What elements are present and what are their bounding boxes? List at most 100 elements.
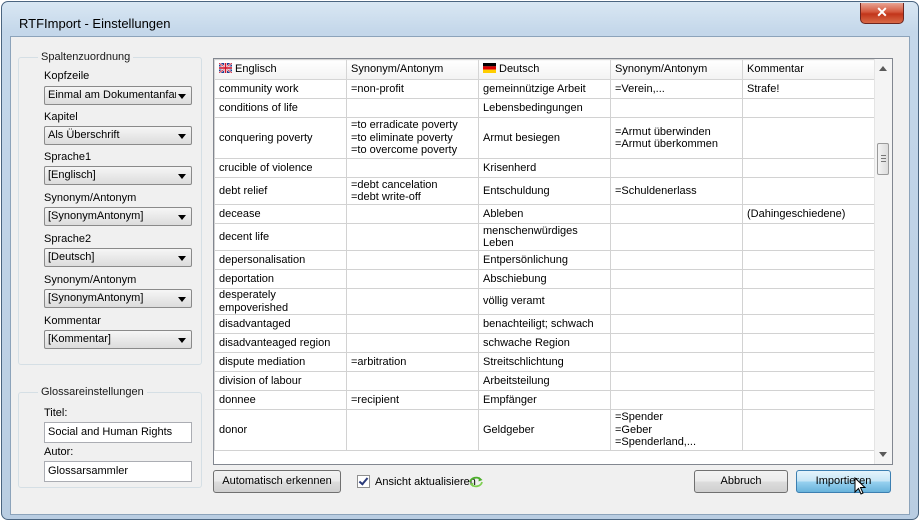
scroll-down-icon[interactable] xyxy=(879,452,887,457)
table-cell[interactable]: community work xyxy=(214,79,347,99)
table-cell[interactable] xyxy=(610,288,743,315)
table-cell[interactable]: disadvantaged xyxy=(214,314,347,334)
table-cell[interactable]: =Schuldenerlass xyxy=(610,177,743,205)
table-cell[interactable] xyxy=(742,314,875,334)
table-cell[interactable]: deportation xyxy=(214,269,347,289)
table-cell[interactable]: benachteiligt; schwach xyxy=(478,314,611,334)
table-cell[interactable] xyxy=(742,333,875,353)
table-cell[interactable]: =recipient xyxy=(346,390,479,410)
glossary-grid[interactable]: Englisch Synonym/Antonym Deutsch Synonym… xyxy=(213,58,893,465)
column-header-deutsch[interactable]: Deutsch xyxy=(478,59,611,80)
table-cell[interactable]: donor xyxy=(214,409,347,451)
table-row[interactable]: donnee =recipient Empfänger xyxy=(214,390,875,410)
table-cell[interactable]: Strafe! xyxy=(742,79,875,99)
table-cell[interactable] xyxy=(610,352,743,372)
table-row[interactable]: decease Ableben (Dahingeschiedene) xyxy=(214,204,875,224)
column-header-synonym2[interactable]: Synonym/Antonym xyxy=(610,59,743,80)
table-cell[interactable]: donnee xyxy=(214,390,347,410)
table-cell[interactable] xyxy=(742,177,875,205)
kommentar-combo[interactable]: [Kommentar] xyxy=(44,330,192,349)
table-cell[interactable] xyxy=(346,223,479,251)
table-cell[interactable]: völlig veramt xyxy=(478,288,611,315)
table-cell[interactable]: (Dahingeschiedene) xyxy=(742,204,875,224)
table-cell[interactable]: =debt cancelation =debt write-off xyxy=(346,177,479,205)
table-cell[interactable]: desperately empoverished xyxy=(214,288,347,315)
table-cell[interactable] xyxy=(742,223,875,251)
table-row[interactable]: deportation Abschiebung xyxy=(214,269,875,289)
table-cell[interactable]: =to erradicate poverty =to eliminate pov… xyxy=(346,117,479,159)
table-cell[interactable]: conditions of life xyxy=(214,98,347,118)
table-cell[interactable] xyxy=(610,314,743,334)
table-cell[interactable]: Streitschlichtung xyxy=(478,352,611,372)
sprache1-combo[interactable]: [Englisch] xyxy=(44,166,192,185)
column-header-kommentar[interactable]: Kommentar xyxy=(742,59,875,80)
cancel-button[interactable]: Abbruch xyxy=(694,470,788,493)
table-cell[interactable]: dispute mediation xyxy=(214,352,347,372)
table-cell[interactable]: Armut besiegen xyxy=(478,117,611,159)
close-button[interactable]: ✕ xyxy=(860,3,904,24)
table-row[interactable]: disadvantaged benachteiligt; schwach xyxy=(214,314,875,334)
table-cell[interactable] xyxy=(346,333,479,353)
kopfzeile-combo[interactable]: Einmal am Dokumentanfang xyxy=(44,86,192,105)
table-cell[interactable]: menschenwürdiges Leben xyxy=(478,223,611,251)
table-cell[interactable]: Entpersönlichung xyxy=(478,250,611,270)
table-cell[interactable] xyxy=(346,314,479,334)
table-cell[interactable] xyxy=(610,333,743,353)
auto-detect-button[interactable]: Automatisch erkennen xyxy=(213,470,341,493)
table-cell[interactable] xyxy=(610,250,743,270)
table-cell[interactable]: Abschiebung xyxy=(478,269,611,289)
kapitel-combo[interactable]: Als Überschrift xyxy=(44,126,192,145)
table-cell[interactable]: gemeinnützige Arbeit xyxy=(478,79,611,99)
sprache2-combo[interactable]: [Deutsch] xyxy=(44,248,192,267)
scroll-thumb[interactable] xyxy=(877,143,889,175)
table-cell[interactable] xyxy=(610,98,743,118)
table-cell[interactable] xyxy=(610,390,743,410)
table-cell[interactable] xyxy=(346,288,479,315)
table-row[interactable]: community work =non-profit gemeinnützige A… xyxy=(214,79,875,99)
table-cell[interactable]: =Armut überwinden =Armut überkommen xyxy=(610,117,743,159)
table-row[interactable]: decent life menschenwürdiges Leben xyxy=(214,223,875,251)
table-cell[interactable] xyxy=(346,371,479,391)
table-row[interactable]: desperately empoverished völlig veramt xyxy=(214,288,875,315)
table-row[interactable]: conquering poverty =to erradicate poverty… xyxy=(214,117,875,159)
table-row[interactable]: division of labour Arbeitsteilung xyxy=(214,371,875,391)
table-cell[interactable]: Empfänger xyxy=(478,390,611,410)
table-cell[interactable] xyxy=(346,204,479,224)
table-cell[interactable]: Geldgeber xyxy=(478,409,611,451)
table-cell[interactable]: schwache Region xyxy=(478,333,611,353)
table-cell[interactable]: Entschuldung xyxy=(478,177,611,205)
synonym1-combo[interactable]: [SynonymAntonym] xyxy=(44,207,192,226)
table-cell[interactable]: debt relief xyxy=(214,177,347,205)
table-cell[interactable]: conquering poverty xyxy=(214,117,347,159)
table-cell[interactable] xyxy=(742,409,875,451)
table-cell[interactable]: disadvanteaged region xyxy=(214,333,347,353)
vertical-scrollbar[interactable] xyxy=(874,59,892,464)
table-cell[interactable] xyxy=(742,352,875,372)
table-cell[interactable] xyxy=(742,250,875,270)
table-cell[interactable]: =Spender =Geber =Spenderland,... xyxy=(610,409,743,451)
table-cell[interactable]: depersonalisation xyxy=(214,250,347,270)
column-header-englisch[interactable]: Englisch xyxy=(214,59,347,80)
table-cell[interactable] xyxy=(610,204,743,224)
titel-input[interactable]: Social and Human Rights xyxy=(44,422,192,443)
table-cell[interactable] xyxy=(742,98,875,118)
table-cell[interactable] xyxy=(346,409,479,451)
table-cell[interactable] xyxy=(742,288,875,315)
autor-input[interactable]: Glossarsammler xyxy=(44,461,192,482)
table-cell[interactable]: crucible of violence xyxy=(214,158,347,178)
table-cell[interactable]: =arbitration xyxy=(346,352,479,372)
table-cell[interactable]: Ableben xyxy=(478,204,611,224)
table-row[interactable]: donor Geldgeber =Spender =Geber =Spenderla… xyxy=(214,409,875,451)
table-cell[interactable]: Lebensbedingungen xyxy=(478,98,611,118)
table-row[interactable]: debt relief =debt cancelation =debt write… xyxy=(214,177,875,205)
table-cell[interactable] xyxy=(346,250,479,270)
table-cell[interactable]: Krisenherd xyxy=(478,158,611,178)
table-cell[interactable]: =non-profit xyxy=(346,79,479,99)
table-cell[interactable] xyxy=(346,158,479,178)
table-cell[interactable]: decent life xyxy=(214,223,347,251)
table-cell[interactable] xyxy=(610,158,743,178)
table-cell[interactable] xyxy=(346,269,479,289)
scroll-up-icon[interactable] xyxy=(879,66,887,71)
table-row[interactable]: crucible of violence Krisenherd xyxy=(214,158,875,178)
table-cell[interactable] xyxy=(610,371,743,391)
